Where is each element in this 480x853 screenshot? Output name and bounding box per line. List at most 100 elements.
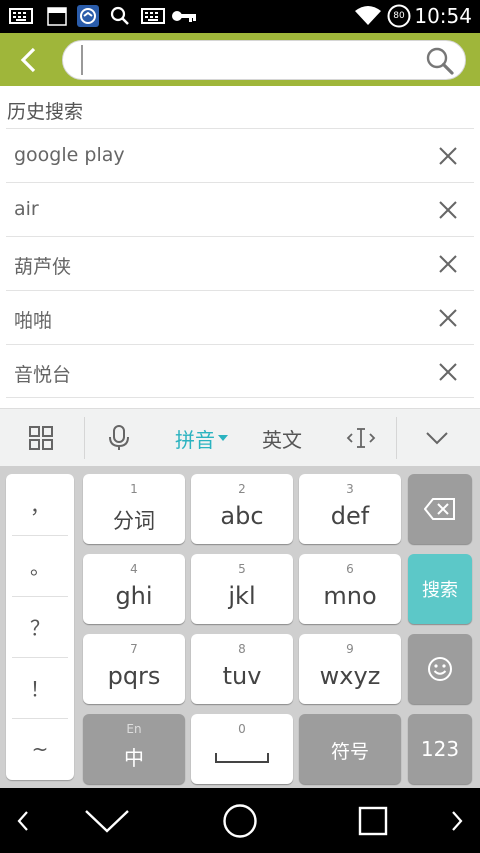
- history-item-label: 音悦台: [14, 364, 72, 386]
- english-label: 英文: [262, 427, 302, 452]
- key-number: 9: [346, 642, 354, 656]
- key-fenci[interactable]: 1 分词: [83, 474, 185, 544]
- key-mno[interactable]: 6 mno: [299, 554, 401, 624]
- history-item-label: google play: [14, 144, 125, 166]
- numbers-key[interactable]: 123: [408, 714, 472, 784]
- close-icon[interactable]: [436, 306, 460, 330]
- key-label: wxyz: [319, 662, 381, 690]
- symbol-key[interactable]: ~: [6, 718, 74, 779]
- pinyin-label: 拼音: [175, 427, 215, 452]
- backspace-button[interactable]: [408, 474, 472, 544]
- chevron-down-icon: [426, 432, 448, 445]
- close-icon[interactable]: [436, 144, 460, 168]
- language-switch-key[interactable]: En 中: [83, 714, 185, 784]
- key-number: 1: [130, 482, 138, 496]
- toolbar-divider: [396, 417, 397, 459]
- key-wxyz[interactable]: 9 wxyz: [299, 634, 401, 704]
- symbol-column: ， 。 ？ ！ ~: [6, 474, 74, 780]
- close-icon[interactable]: [436, 360, 460, 384]
- chevron-down-icon: [85, 809, 129, 833]
- key-sublabel: En: [126, 722, 142, 736]
- battery-icon: 80: [386, 4, 412, 28]
- key-number: 2: [238, 482, 246, 496]
- history-item-label: air: [14, 198, 39, 220]
- symbol-key[interactable]: ？: [6, 596, 74, 657]
- search-header: [0, 33, 480, 86]
- key-number: 5: [238, 562, 246, 576]
- key-ghi[interactable]: 4 ghi: [83, 554, 185, 624]
- key-abc[interactable]: 2 abc: [191, 474, 293, 544]
- status-bar: 80 10:54: [0, 0, 480, 33]
- key-label: 中: [124, 746, 144, 770]
- space-icon: [215, 753, 269, 763]
- key-number: 8: [238, 642, 246, 656]
- nav-prev-button[interactable]: [8, 788, 38, 853]
- chevron-left-icon: [17, 810, 28, 831]
- key-label: jkl: [228, 582, 256, 610]
- symbols-key[interactable]: 符号: [299, 714, 401, 784]
- symbol-key[interactable]: ，: [6, 474, 74, 535]
- toolbar-divider: [84, 417, 85, 459]
- key-def[interactable]: 3 def: [299, 474, 401, 544]
- history-item[interactable]: 啪啪: [6, 290, 474, 344]
- microphone-icon: [109, 425, 129, 450]
- history-item[interactable]: air: [6, 182, 474, 236]
- calendar-365-icon: [46, 6, 68, 26]
- history-item[interactable]: 葫芦侠: [6, 236, 474, 290]
- back-button[interactable]: [10, 43, 46, 77]
- backspace-icon: [424, 498, 455, 520]
- history-item-label: 葫芦侠: [14, 256, 72, 278]
- key-label: ghi: [115, 582, 153, 610]
- nav-home-button[interactable]: [220, 788, 260, 853]
- key-tuv[interactable]: 8 tuv: [191, 634, 293, 704]
- key-number: 6: [346, 562, 354, 576]
- key-number: 4: [130, 562, 138, 576]
- search-icon[interactable]: [425, 46, 455, 76]
- space-key[interactable]: 0: [191, 714, 293, 784]
- symbol-key[interactable]: 。: [6, 535, 74, 596]
- grid-menu-button[interactable]: [18, 409, 64, 467]
- key-jkl[interactable]: 5 jkl: [191, 554, 293, 624]
- history-item-label: 啪啪: [14, 310, 53, 332]
- key-number: 3: [346, 482, 354, 496]
- key-label: tuv: [222, 662, 262, 690]
- history-title: 历史搜索: [7, 101, 84, 123]
- history-list: google play air 葫芦侠 啪啪 音悦台: [6, 128, 474, 398]
- history-item[interactable]: 音悦台: [6, 344, 474, 398]
- emoji-button[interactable]: [408, 634, 472, 704]
- voice-input-button[interactable]: [96, 409, 142, 467]
- key-label: 符号: [330, 741, 369, 763]
- history-item[interactable]: google play: [6, 128, 474, 182]
- nav-hide-button[interactable]: [82, 788, 132, 853]
- key-number: 7: [130, 642, 138, 656]
- grid-icon: [29, 426, 53, 450]
- search-input[interactable]: [81, 45, 411, 75]
- pinyin-mode-tab[interactable]: 拼音: [164, 409, 240, 467]
- key-label: def: [330, 502, 370, 530]
- key-number: 0: [238, 722, 246, 736]
- english-mode-tab[interactable]: 英文: [252, 409, 312, 467]
- cursor-move-button[interactable]: [338, 409, 384, 467]
- close-icon[interactable]: [436, 198, 460, 222]
- key-label: 分词: [113, 509, 155, 533]
- search-box[interactable]: [62, 40, 466, 80]
- close-icon[interactable]: [436, 252, 460, 276]
- keyboard-icon: [8, 6, 34, 26]
- smiley-icon: [428, 657, 452, 681]
- keyboard: ， 。 ？ ！ ~ 1 分词 2 abc 3 def 4 ghi 5 jkl 6…: [0, 466, 480, 788]
- key-pqrs[interactable]: 7 pqrs: [83, 634, 185, 704]
- keyboard-toolbar: 拼音 英文: [0, 408, 480, 466]
- hide-keyboard-button[interactable]: [414, 409, 460, 467]
- wifi-icon: [353, 6, 383, 26]
- home-circle-icon: [223, 803, 257, 838]
- search-icon: [109, 6, 131, 26]
- key-icon: [171, 6, 197, 26]
- caret-down-icon: [218, 435, 228, 441]
- square-icon: [358, 806, 388, 835]
- search-key[interactable]: 搜索: [408, 554, 472, 624]
- app-notification-icon: [76, 5, 100, 27]
- nav-recents-button[interactable]: [354, 788, 392, 853]
- nav-next-button[interactable]: [442, 788, 472, 853]
- symbol-key[interactable]: ！: [6, 657, 74, 718]
- navigation-bar: [0, 788, 480, 853]
